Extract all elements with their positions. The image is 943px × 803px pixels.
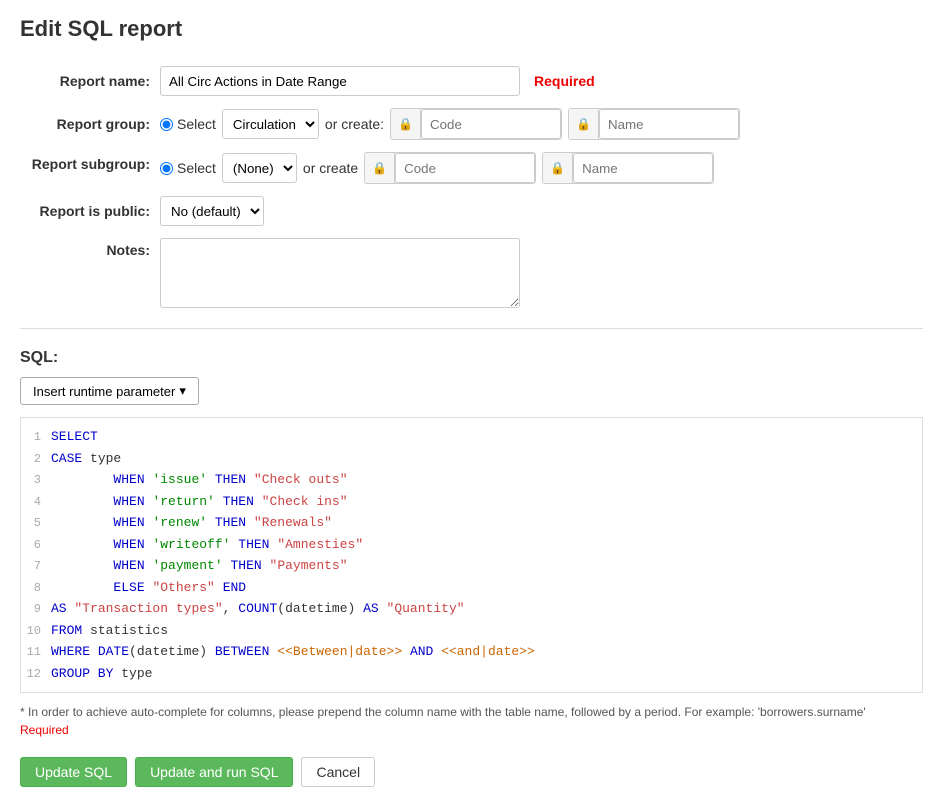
- report-public-controls: No (default) Yes: [160, 196, 264, 226]
- report-name-input[interactable]: [160, 66, 520, 96]
- report-subgroup-controls: Select (None) or create 🔒 🔒: [160, 152, 714, 184]
- update-sql-button[interactable]: Update SQL: [20, 757, 127, 787]
- notes-row: Notes:: [20, 238, 923, 308]
- report-public-select[interactable]: No (default) Yes: [160, 196, 264, 226]
- report-name-row: Report name: Required: [20, 66, 923, 96]
- sql-section: SQL: Insert runtime parameter ▾ 1 SELECT…: [20, 349, 923, 693]
- page-title: Edit SQL report: [20, 16, 923, 42]
- report-group-controls: Select Circulation or create: 🔒 🔒: [160, 108, 740, 140]
- sql-line: 12 GROUP BY type: [21, 663, 922, 685]
- footer-note: * In order to achieve auto-complete for …: [20, 705, 923, 719]
- report-public-label: Report is public:: [20, 203, 150, 219]
- report-name-label: Report name:: [20, 73, 150, 89]
- report-subgroup-select[interactable]: (None): [222, 153, 297, 183]
- subgroup-name-input[interactable]: [573, 153, 713, 183]
- or-create-sub-label: or create: [303, 160, 358, 176]
- footer-required: Required: [20, 723, 923, 737]
- page-container: Edit SQL report Report name: Required Re…: [0, 0, 943, 803]
- group-select-radio-label[interactable]: Select: [160, 116, 216, 132]
- subgroup-select-radio-label[interactable]: Select: [160, 160, 216, 176]
- sql-label: SQL:: [20, 349, 923, 367]
- bottom-buttons: Update SQL Update and run SQL Cancel: [20, 757, 923, 787]
- sql-line: 9 AS "Transaction types", COUNT(datetime…: [21, 598, 922, 620]
- report-public-row: Report is public: No (default) Yes: [20, 196, 923, 226]
- report-name-controls: Required: [160, 66, 595, 96]
- subgroup-code-icon: 🔒: [365, 153, 395, 183]
- group-name-wrapper: 🔒: [568, 108, 740, 140]
- subgroup-name-icon: 🔒: [543, 153, 573, 183]
- insert-param-label: Insert runtime parameter: [33, 384, 175, 399]
- sql-editor: 1 SELECT 2 CASE type 3 WHEN 'issue' THEN…: [20, 417, 923, 693]
- notes-textarea[interactable]: [160, 238, 520, 308]
- group-code-icon: 🔒: [391, 109, 421, 139]
- required-badge: Required: [534, 73, 595, 89]
- sql-line: 1 SELECT: [21, 426, 922, 448]
- sql-line: 3 WHEN 'issue' THEN "Check outs": [21, 469, 922, 491]
- subgroup-select-label: Select: [177, 160, 216, 176]
- cancel-button[interactable]: Cancel: [301, 757, 375, 787]
- sql-line: 11 WHERE DATE(datetime) BETWEEN <<Betwee…: [21, 641, 922, 663]
- subgroup-code-input[interactable]: [395, 153, 535, 183]
- notes-label: Notes:: [20, 238, 150, 258]
- group-select-radio[interactable]: [160, 118, 173, 131]
- report-group-select[interactable]: Circulation: [222, 109, 319, 139]
- sql-line: 7 WHEN 'payment' THEN "Payments": [21, 555, 922, 577]
- subgroup-select-radio[interactable]: [160, 162, 173, 175]
- notes-controls: [160, 238, 520, 308]
- group-code-wrapper: 🔒: [390, 108, 562, 140]
- report-subgroup-row: Report subgroup: Select (None) or create…: [20, 152, 923, 184]
- sql-line: 8 ELSE "Others" END: [21, 577, 922, 599]
- subgroup-code-wrapper: 🔒: [364, 152, 536, 184]
- update-run-sql-button[interactable]: Update and run SQL: [135, 757, 293, 787]
- divider: [20, 328, 923, 329]
- form-section: Report name: Required Report group: Sele…: [20, 66, 923, 308]
- insert-param-button[interactable]: Insert runtime parameter ▾: [20, 377, 199, 405]
- sql-line: 4 WHEN 'return' THEN "Check ins": [21, 491, 922, 513]
- report-subgroup-label: Report subgroup:: [20, 152, 150, 172]
- report-group-row: Report group: Select Circulation or crea…: [20, 108, 923, 140]
- sql-line: 10 FROM statistics: [21, 620, 922, 642]
- group-name-input[interactable]: [599, 109, 739, 139]
- group-name-icon: 🔒: [569, 109, 599, 139]
- sql-line: 5 WHEN 'renew' THEN "Renewals": [21, 512, 922, 534]
- subgroup-name-wrapper: 🔒: [542, 152, 714, 184]
- group-select-label: Select: [177, 116, 216, 132]
- dropdown-arrow-icon: ▾: [179, 383, 186, 399]
- sql-line: 6 WHEN 'writeoff' THEN "Amnesties": [21, 534, 922, 556]
- group-code-input[interactable]: [421, 109, 561, 139]
- report-group-label: Report group:: [20, 116, 150, 132]
- sql-line: 2 CASE type: [21, 448, 922, 470]
- or-create-label: or create:: [325, 116, 384, 132]
